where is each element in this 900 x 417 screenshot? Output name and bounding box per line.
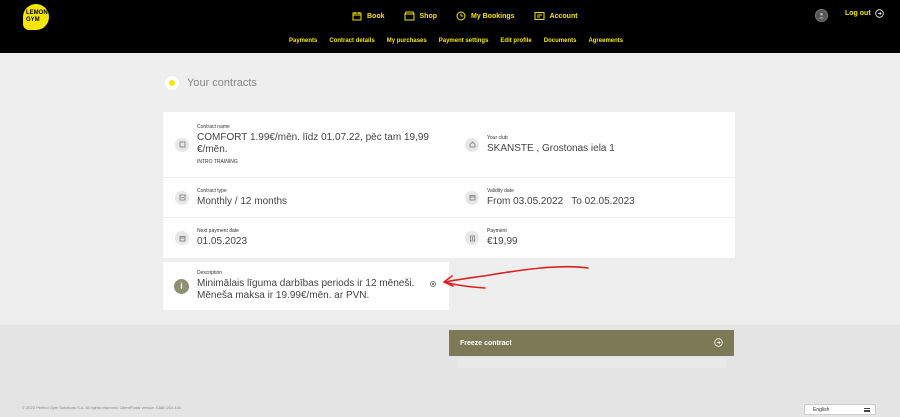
footer-copyright: © 2023 Perfect Gym Solutions S.A. All ri… [22, 405, 182, 410]
menu-icon [864, 408, 870, 412]
annotation-arrow-icon [442, 265, 589, 289]
language-label: English [813, 406, 830, 413]
language-selector[interactable]: English [804, 404, 876, 415]
